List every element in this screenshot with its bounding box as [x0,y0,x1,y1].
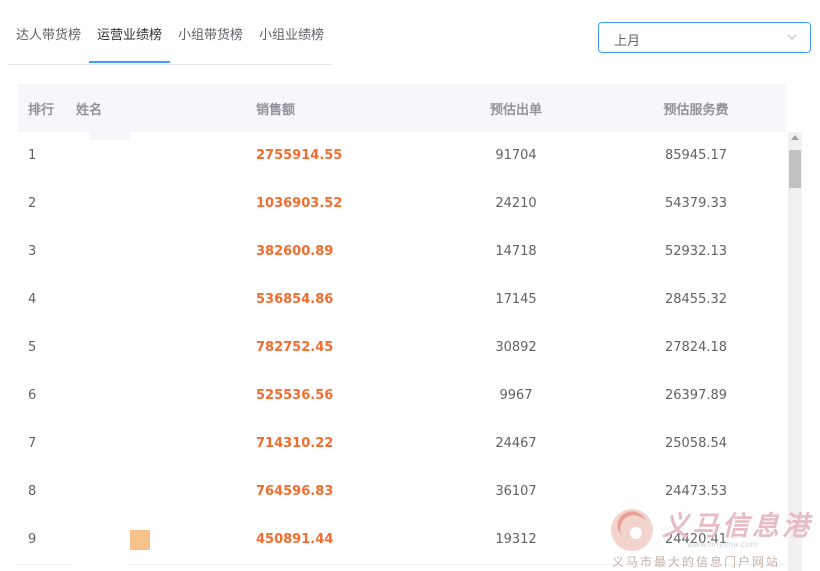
header-name: 姓名 [76,103,103,118]
orders-cell: 14718 [495,244,537,259]
rank-cell: 9 [28,532,37,547]
rank-cell: 5 [28,340,37,355]
header-estimated-fee: 预估服务费 [663,103,729,118]
header-sales: 销售额 [256,103,296,118]
scroll-thumb[interactable] [789,150,801,188]
sales-cell: 1036903.52 [256,196,343,211]
orders-cell: 91704 [495,148,537,163]
table-row[interactable]: 6 礼 525536.56 9967 26397.89 [18,372,786,421]
site-watermark: 义马信息港 www.hnyima.com 义马市最大的信息门户网站 [604,502,820,571]
header-rank: 排行 [28,103,55,118]
rank-cell: 1 [28,148,37,163]
fee-cell: 28455.32 [664,292,728,307]
tab-group-performance[interactable]: 小组业绩榜 [259,24,324,43]
avatar [130,530,150,550]
fee-cell: 24473.53 [664,484,728,499]
orders-cell: 17145 [495,292,537,307]
tab-operations-performance[interactable]: 运营业绩榜 [97,24,162,43]
rank-cell: 3 [28,244,37,259]
leaderboard-tabs: 达人带货榜 运营业绩榜 小组带货榜 小组业绩榜 [8,0,332,65]
active-tab-indicator [89,61,170,63]
sales-cell: 382600.89 [256,244,334,259]
scroll-up-arrow-icon[interactable] [791,135,799,140]
sales-cell: 525536.56 [256,388,334,403]
name-redaction-edge [90,130,130,140]
watermark-logo-icon [611,509,653,551]
sales-cell: 536854.86 [256,292,334,307]
table-row[interactable]: 4 536854.86 17145 28455.32 [18,276,786,325]
orders-cell: 36107 [495,484,537,499]
rank-cell: 7 [28,436,37,451]
fee-cell: 54379.33 [664,196,728,211]
orders-cell: 9967 [499,388,533,403]
table-row[interactable]: 3 382600.89 14718 52932.13 [18,228,786,277]
orders-cell: 24467 [495,436,537,451]
sales-cell: 2755914.55 [256,148,343,163]
watermark-subtitle: 义马市最大的信息门户网站 [612,555,781,569]
rank-cell: 2 [28,196,37,211]
fee-cell: 85945.17 [664,148,728,163]
orders-cell: 19312 [495,532,537,547]
table-header: 排行 姓名 销售额 预估出单 预估服务费 [18,84,786,133]
table-row[interactable]: 5 782752.45 30892 27824.18 [18,324,786,373]
fee-cell: 27824.18 [664,340,728,355]
sales-cell: 782752.45 [256,340,334,355]
table-row[interactable]: 7 714310.22 24467 25058.54 [18,420,786,469]
sales-cell: 450891.44 [256,532,334,547]
fee-cell: 52932.13 [664,244,728,259]
rank-cell: 4 [28,292,37,307]
tab-group-sales[interactable]: 小组带货榜 [178,24,243,43]
ranking-table: 排行 姓名 销售额 预估出单 预估服务费 1 2755914.55 91704 … [18,84,786,571]
sales-cell: 714310.22 [256,436,334,451]
table-row[interactable]: 2 英 1036903.52 24210 54379.33 [18,180,786,229]
table-row[interactable]: 1 2755914.55 91704 85945.17 [18,132,786,181]
rank-cell: 8 [28,484,37,499]
fee-cell: 26397.89 [664,388,728,403]
watermark-url: www.hnyima.com [687,540,759,549]
name-redaction [70,132,130,571]
chevron-down-icon [787,34,797,40]
orders-cell: 24210 [495,196,537,211]
rank-cell: 6 [28,388,37,403]
header-estimated-orders: 预估出单 [489,103,542,118]
fee-cell: 25058.54 [664,436,728,451]
watermark-title: 义马信息港 [662,511,812,542]
sales-cell: 764596.83 [256,484,334,499]
period-select-value: 上月 [614,34,641,49]
period-select[interactable]: 上月 [598,22,811,53]
orders-cell: 30892 [495,340,537,355]
tab-talent-sales[interactable]: 达人带货榜 [16,24,81,43]
